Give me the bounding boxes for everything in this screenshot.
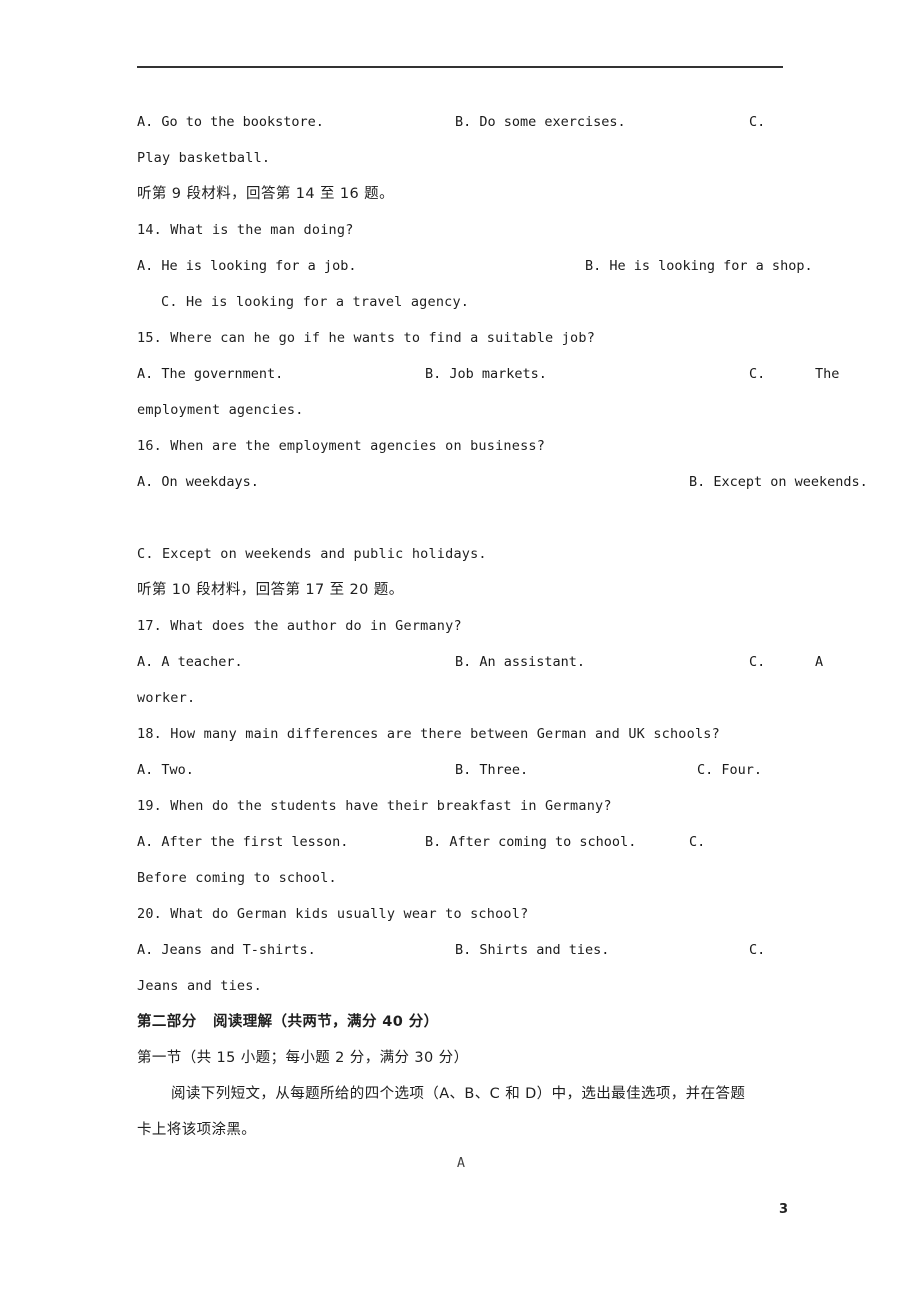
exam-page: A. Go to the bookstore. B. Do some exerc…	[0, 0, 920, 1302]
q16-option-c: C. Except on weekends and public holiday…	[137, 546, 487, 562]
question-15-options: A. The government. B. Job markets. C. Th…	[137, 356, 839, 392]
question-19-options: A. After the first lesson. B. After comi…	[137, 824, 785, 860]
header-divider-rule	[137, 66, 783, 68]
q17-option-b: B. An assistant.	[455, 654, 586, 670]
question-17-stem: 17. What does the author do in Germany?	[137, 618, 462, 634]
question-14-options: A. He is looking for a job. B. He is loo…	[137, 248, 813, 284]
q17-option-c-tail: A	[815, 654, 824, 670]
q15-option-c-wrap: employment agencies.	[137, 402, 304, 418]
question-16-stem: 16. When are the employment agencies on …	[137, 438, 546, 454]
question-15-stem: 15. Where can he go if he wants to find …	[137, 330, 596, 346]
q20-option-c-wrap: Jeans and ties.	[137, 978, 262, 994]
question-18-options: A. Two. B. Three. C. Four.	[137, 752, 785, 788]
q18-option-a: A. Two.	[137, 762, 194, 778]
q18-option-c: C. Four.	[697, 762, 763, 778]
part-two-heading: 第二部分 阅读理解（共两节，满分 40 分）	[137, 1014, 439, 1030]
q16-option-a: A. On weekdays.	[137, 474, 259, 490]
page-number: 3	[778, 1202, 788, 1217]
q15-option-c-prefix: C.	[749, 366, 766, 382]
q13-option-a: A. Go to the bookstore.	[137, 114, 324, 130]
q18-option-b: B. Three.	[455, 762, 529, 778]
q17-option-a: A. A teacher.	[137, 654, 243, 670]
page-content: A. Go to the bookstore. B. Do some exerc…	[137, 104, 868, 1178]
listening-instruction-9: 听第 9 段材料，回答第 14 至 16 题。	[137, 186, 394, 202]
q13-option-b: B. Do some exercises.	[455, 114, 626, 130]
question-20-options: A. Jeans and T-shirts. B. Shirts and tie…	[137, 932, 785, 968]
spacer-after-q16	[137, 500, 785, 536]
question-13-options: A. Go to the bookstore. B. Do some exerc…	[137, 104, 785, 140]
q13-option-c-prefix: C.	[749, 114, 766, 130]
q20-option-a: A. Jeans and T-shirts.	[137, 942, 316, 958]
passage-section-marker: A	[456, 1155, 466, 1171]
q15-option-a: A. The government.	[137, 366, 284, 382]
part-two-subheading: 第一节（共 15 小题；每小题 2 分，满分 30 分）	[137, 1050, 469, 1066]
q19-option-a: A. After the first lesson.	[137, 834, 349, 850]
q19-option-c-wrap: Before coming to school.	[137, 870, 337, 886]
q20-option-c-prefix: C.	[749, 942, 766, 958]
question-17-options: A. A teacher. B. An assistant. C. A	[137, 644, 823, 680]
reading-instruction-line-2: 卡上将该项涂黑。	[137, 1122, 257, 1138]
q14-option-a: A. He is looking for a job.	[137, 258, 357, 274]
q17-option-c-wrap: worker.	[137, 690, 196, 706]
q17-option-c-prefix: C.	[749, 654, 766, 670]
q19-option-c-prefix: C.	[689, 834, 706, 850]
question-14-stem: 14. What is the man doing?	[137, 222, 354, 238]
q14-option-c: C. He is looking for a travel agency.	[161, 294, 470, 310]
listening-instruction-10: 听第 10 段材料，回答第 17 至 20 题。	[137, 582, 404, 598]
q19-option-b: B. After coming to school.	[425, 834, 637, 850]
question-20-stem: 20. What do German kids usually wear to …	[137, 906, 529, 922]
question-19-stem: 19. When do the students have their brea…	[137, 798, 612, 814]
q14-option-b: B. He is looking for a shop.	[585, 258, 813, 274]
question-18-stem: 18. How many main differences are there …	[137, 726, 720, 742]
question-16-options: A. On weekdays. B. Except on weekends.	[137, 464, 868, 500]
q13-option-c-wrap: Play basketball.	[137, 150, 271, 166]
q16-option-b: B. Except on weekends.	[689, 474, 868, 490]
q15-option-c-tail: The	[815, 366, 840, 382]
reading-instruction-line-1: 阅读下列短文，从每题所给的四个选项（A、B、C 和 D）中，选出最佳选项，并在答…	[171, 1086, 746, 1102]
q20-option-b: B. Shirts and ties.	[455, 942, 610, 958]
q15-option-b: B. Job markets.	[425, 366, 547, 382]
